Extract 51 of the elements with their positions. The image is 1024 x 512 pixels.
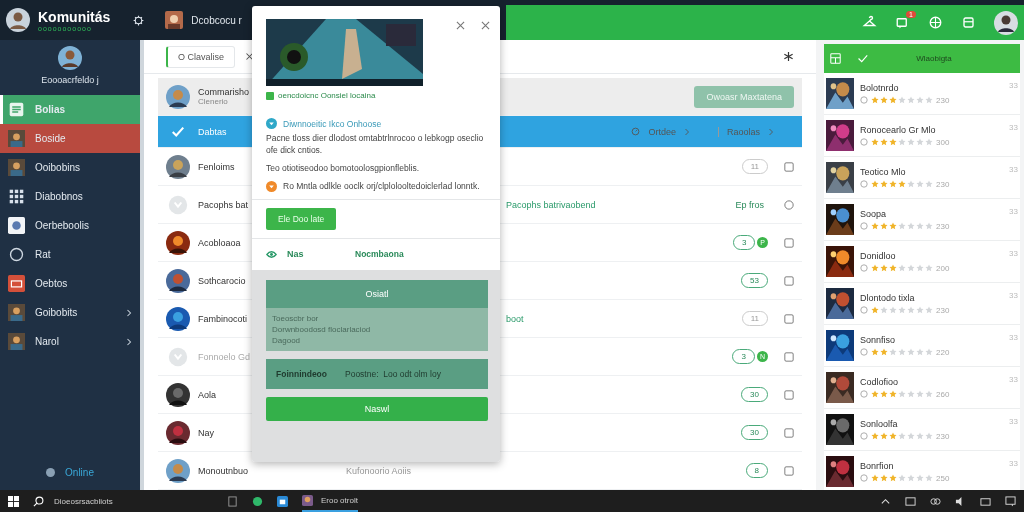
row-title: Nay — [198, 427, 214, 438]
row-title: Pacophs bat — [198, 199, 249, 210]
game-title: Ronocearlo Gr Mlo — [860, 124, 937, 135]
game-title: Sonloolfa — [860, 418, 899, 429]
panel-text: Dorwnboodosd floclarlaciod — [272, 324, 372, 334]
row-title: Sothcarocio — [198, 275, 246, 286]
row-title: Acobloaoa — [198, 237, 241, 248]
rating-count: 300 — [936, 137, 950, 147]
rating-count: 230 — [936, 95, 950, 105]
card-label: Foinnindeoo — [276, 368, 327, 379]
rating-count: 230 — [936, 305, 950, 315]
row-detail: Kufonoorio Aoiis — [346, 465, 412, 476]
row-title: Monoutnbuo — [198, 465, 249, 476]
row-subtitle: Clenerio — [198, 97, 228, 106]
app-title: Komunitás — [38, 8, 111, 25]
game-title: Sonnfiso — [860, 334, 897, 345]
card-value: Poostne: Loo odt olm loy — [345, 368, 441, 379]
dialog-text: Pacne tloss dier dlodost omtabtrlnrocoo o lebkogp oseclio ofe dick cntios. — [265, 133, 485, 157]
status-label: Online — [65, 467, 94, 478]
row-tag: Pacophs batrivaobend — [506, 199, 596, 210]
panel-title: Wlaobigta — [915, 54, 953, 63]
game-title: Codlofioo — [860, 376, 900, 387]
row-title: Fenloims — [198, 161, 235, 172]
game-title: Bolotnrdo — [860, 82, 900, 93]
dialog-heading: Diwnnoeitic Ikco Onhoose — [283, 118, 382, 129]
panel-title: Osiatl — [266, 279, 488, 308]
rating-count: 230 — [936, 179, 950, 189]
row-note: Ep fros — [735, 199, 764, 210]
row-title: Dabtas — [198, 126, 227, 137]
rating-count: 230 — [936, 431, 950, 441]
rating-count: 230 — [936, 221, 950, 231]
source-label: oencdoicnc Oonsiel locaina — [278, 91, 376, 100]
panel-text: Toeoscbr bor — [272, 313, 320, 323]
profile-name: Eoooacrfeldo j — [41, 75, 99, 85]
rating-count: 260 — [936, 389, 950, 399]
warning-text: Ro Mntla odlkle ooclk orj/clplolooltedoiclerlad lonntk. — [282, 180, 481, 193]
dialog-text: Teo otiotiseodoo bomotoolosgpionfleblis. — [265, 162, 421, 175]
game-title: Soopa — [860, 208, 888, 219]
row-tag: boot — [506, 313, 524, 324]
rating-count: 220 — [936, 347, 950, 357]
game-title: Donidloo — [860, 250, 897, 261]
panel-text: Dagood — [272, 335, 302, 345]
game-title: Teotico Mlo — [860, 166, 907, 177]
game-title: Bonrfion — [860, 460, 895, 471]
rating-count: 200 — [936, 263, 950, 273]
row-title: Aola — [198, 389, 216, 400]
row-title: Commarisho — [198, 87, 249, 97]
row-title: Fonnoelo Gd — [198, 351, 251, 362]
game-title: Dlontodo tixla — [860, 292, 916, 303]
rating-count: 250 — [936, 473, 950, 483]
row-title: Fambinocoti — [198, 313, 248, 324]
